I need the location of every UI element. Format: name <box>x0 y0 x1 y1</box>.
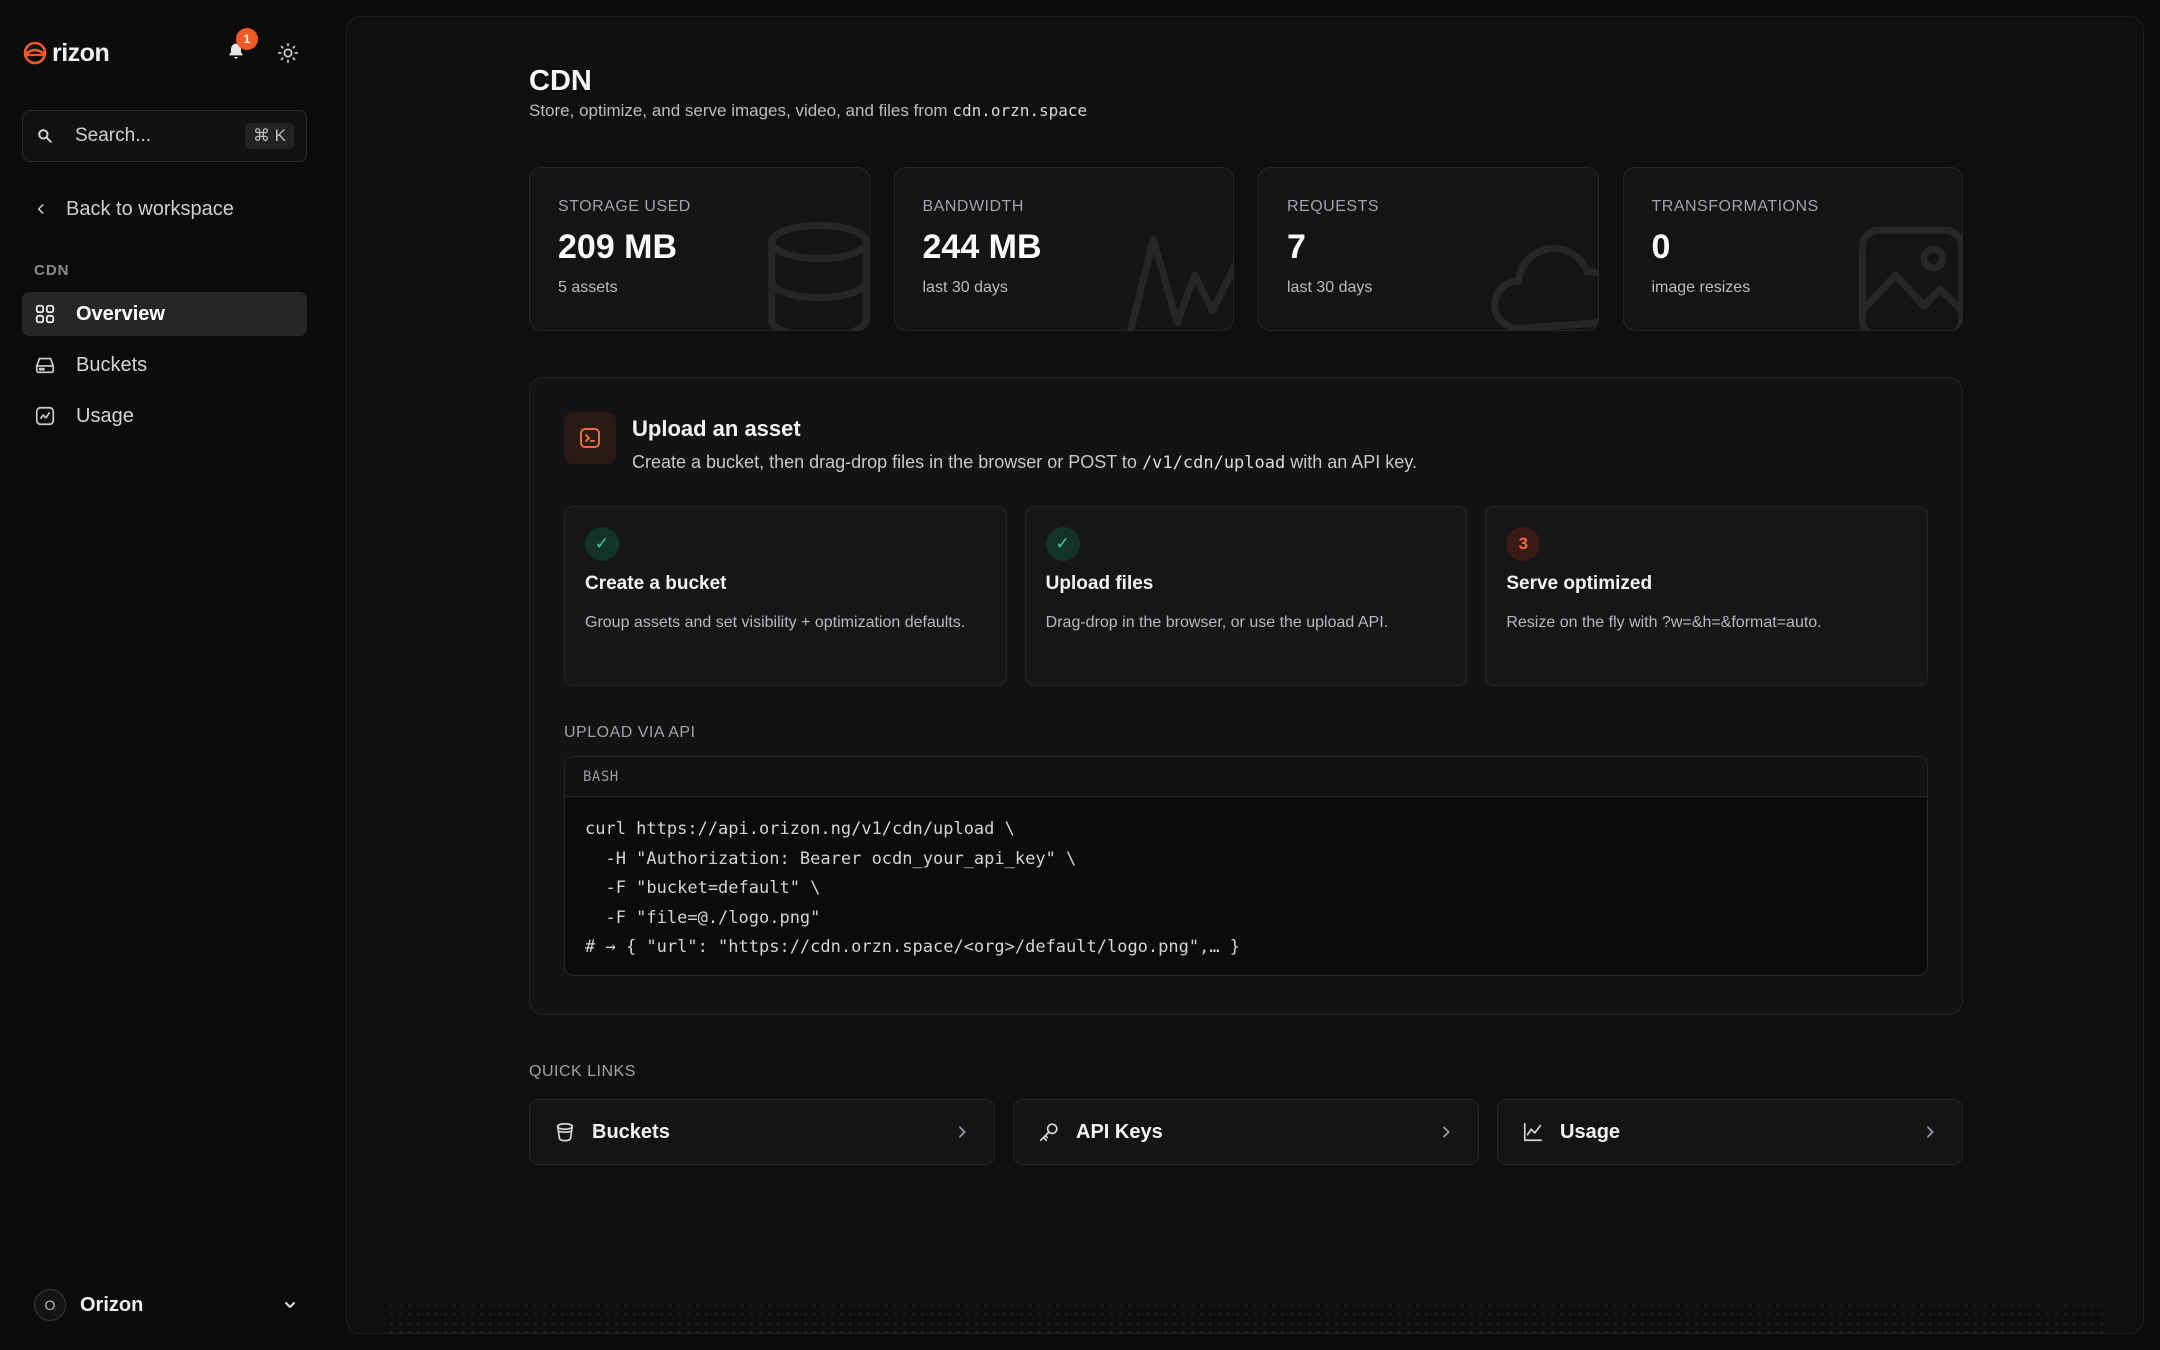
quick-link-label: Buckets <box>592 1120 670 1143</box>
key-icon <box>1039 1123 1058 1142</box>
sidebar-nav: Overview Buckets Usage <box>22 292 307 445</box>
notification-badge: 1 <box>236 28 258 50</box>
step-upload-files: ✓ Upload files Drag-drop in the browser,… <box>1024 506 1468 686</box>
stat-label: BANDWIDTH <box>922 198 1024 215</box>
step-create-bucket: ✓ Create a bucket Group assets and set v… <box>564 506 1007 686</box>
back-to-workspace-link[interactable]: Back to workspace <box>34 194 234 224</box>
stat-card-storage: STORAGE USED 209 MB 5 assets <box>529 167 870 331</box>
bucket-icon <box>556 1122 574 1142</box>
cloud-icon <box>1490 244 1598 330</box>
quick-links-row: Buckets API Keys Usage <box>529 1099 1963 1165</box>
quick-link-usage[interactable]: Usage <box>1497 1099 1963 1165</box>
stat-card-requests: REQUESTS 7 last 30 days <box>1258 167 1599 331</box>
page-subtitle: Store, optimize, and serve images, video… <box>529 101 1087 121</box>
step-check-icon: ✓ <box>585 527 619 561</box>
sidebar-item-label: Usage <box>76 404 134 427</box>
search-input[interactable]: Search... ⌘ K <box>22 110 307 162</box>
sidebar-item-buckets[interactable]: Buckets <box>22 343 307 387</box>
chevron-right-icon <box>1927 1126 1934 1138</box>
grid-icon <box>35 304 55 324</box>
sidebar: rizon 1 Search... ⌘ K Back to workspace … <box>0 0 330 1350</box>
step-desc: Group assets and set visibility + optimi… <box>585 614 966 631</box>
main-panel: CDN Store, optimize, and serve images, v… <box>346 16 2144 1334</box>
terminal-icon <box>564 412 616 464</box>
database-icon <box>767 221 869 330</box>
theme-toggle-button[interactable] <box>274 39 302 67</box>
step-check-icon: ✓ <box>1045 527 1080 561</box>
search-placeholder: Search... <box>75 125 152 146</box>
stats-row: STORAGE USED 209 MB 5 assets BANDWIDTH 2… <box>529 167 1963 331</box>
decorative-dots <box>387 1283 2103 1333</box>
code-language-label: BASH <box>565 757 1927 797</box>
upload-desc-suffix: with an API key. <box>1285 452 1417 472</box>
stat-card-bandwidth: BANDWIDTH 244 MB last 30 days <box>893 167 1234 331</box>
upload-desc-text: Create a bucket, then drag-drop files in… <box>632 452 1142 472</box>
stat-card-transformations: TRANSFORMATIONS 0 image resizes <box>1622 167 1963 331</box>
brand-logo[interactable]: rizon <box>22 36 110 70</box>
steps-row: ✓ Create a bucket Group assets and set v… <box>564 506 1929 686</box>
quick-link-buckets[interactable]: Buckets <box>529 1099 995 1165</box>
activity-icon <box>1127 236 1234 330</box>
code-content[interactable]: curl https://api.orizon.ng/v1/cdn/upload… <box>565 797 1927 975</box>
search-shortcut: ⌘ K <box>244 123 294 149</box>
chart-icon <box>35 406 55 426</box>
sidebar-item-label: Overview <box>76 302 165 325</box>
brand-name: rizon <box>52 38 110 67</box>
quick-link-api-keys[interactable]: API Keys <box>1013 1099 1479 1165</box>
step-title: Create a bucket <box>585 573 727 594</box>
upload-description: Create a bucket, then drag-drop files in… <box>632 452 1417 473</box>
back-label: Back to workspace <box>66 197 234 220</box>
step-serve-optimized: 3 Serve optimized Resize on the fly with… <box>1485 506 1929 686</box>
orizon-logo-icon <box>23 41 47 65</box>
upload-via-api-label: UPLOAD VIA API <box>564 724 696 741</box>
drive-icon <box>35 357 55 374</box>
cdn-domain: cdn.orzn.space <box>952 101 1088 120</box>
step-desc: Drag-drop in the browser, or use the upl… <box>1045 614 1389 631</box>
step-number-badge: 3 <box>1506 527 1541 561</box>
line-chart-icon <box>1523 1122 1543 1142</box>
sidebar-section-label: CDN <box>34 262 70 279</box>
upload-endpoint: /v1/cdn/upload <box>1141 453 1286 473</box>
org-switcher[interactable]: O Orizon <box>34 1288 298 1322</box>
image-icon <box>1858 226 1963 330</box>
chevron-down-icon <box>285 1302 295 1308</box>
sidebar-item-overview[interactable]: Overview <box>22 292 307 336</box>
subtitle-text: Store, optimize, and serve images, video… <box>529 101 953 120</box>
quick-links-label: QUICK LINKS <box>529 1063 636 1080</box>
code-block[interactable]: BASH curl https://api.orizon.ng/v1/cdn/u… <box>564 756 1928 976</box>
quick-link-label: Usage <box>1560 1120 1621 1143</box>
stat-label: TRANSFORMATIONS <box>1651 198 1819 215</box>
sidebar-item-usage[interactable]: Usage <box>22 394 307 438</box>
org-name: Orizon <box>80 1293 144 1316</box>
quick-link-label: API Keys <box>1076 1120 1163 1143</box>
search-icon <box>38 129 52 143</box>
sidebar-item-label: Buckets <box>76 353 148 376</box>
chevron-left-icon <box>37 204 44 214</box>
sun-icon <box>278 43 298 63</box>
page-title: CDN <box>529 65 592 97</box>
org-avatar: O <box>34 1289 66 1321</box>
chevron-right-icon <box>959 1126 966 1138</box>
stat-label: STORAGE USED <box>558 198 691 215</box>
stat-label: REQUESTS <box>1287 198 1380 215</box>
upload-title: Upload an asset <box>632 416 801 441</box>
chevron-right-icon <box>1443 1126 1450 1138</box>
step-title: Serve optimized <box>1506 573 1653 594</box>
step-desc: Resize on the fly with ?w=&h=&format=aut… <box>1506 614 1822 631</box>
upload-asset-card: Upload an asset Create a bucket, then dr… <box>529 377 1963 1015</box>
step-title: Upload files <box>1045 573 1154 594</box>
